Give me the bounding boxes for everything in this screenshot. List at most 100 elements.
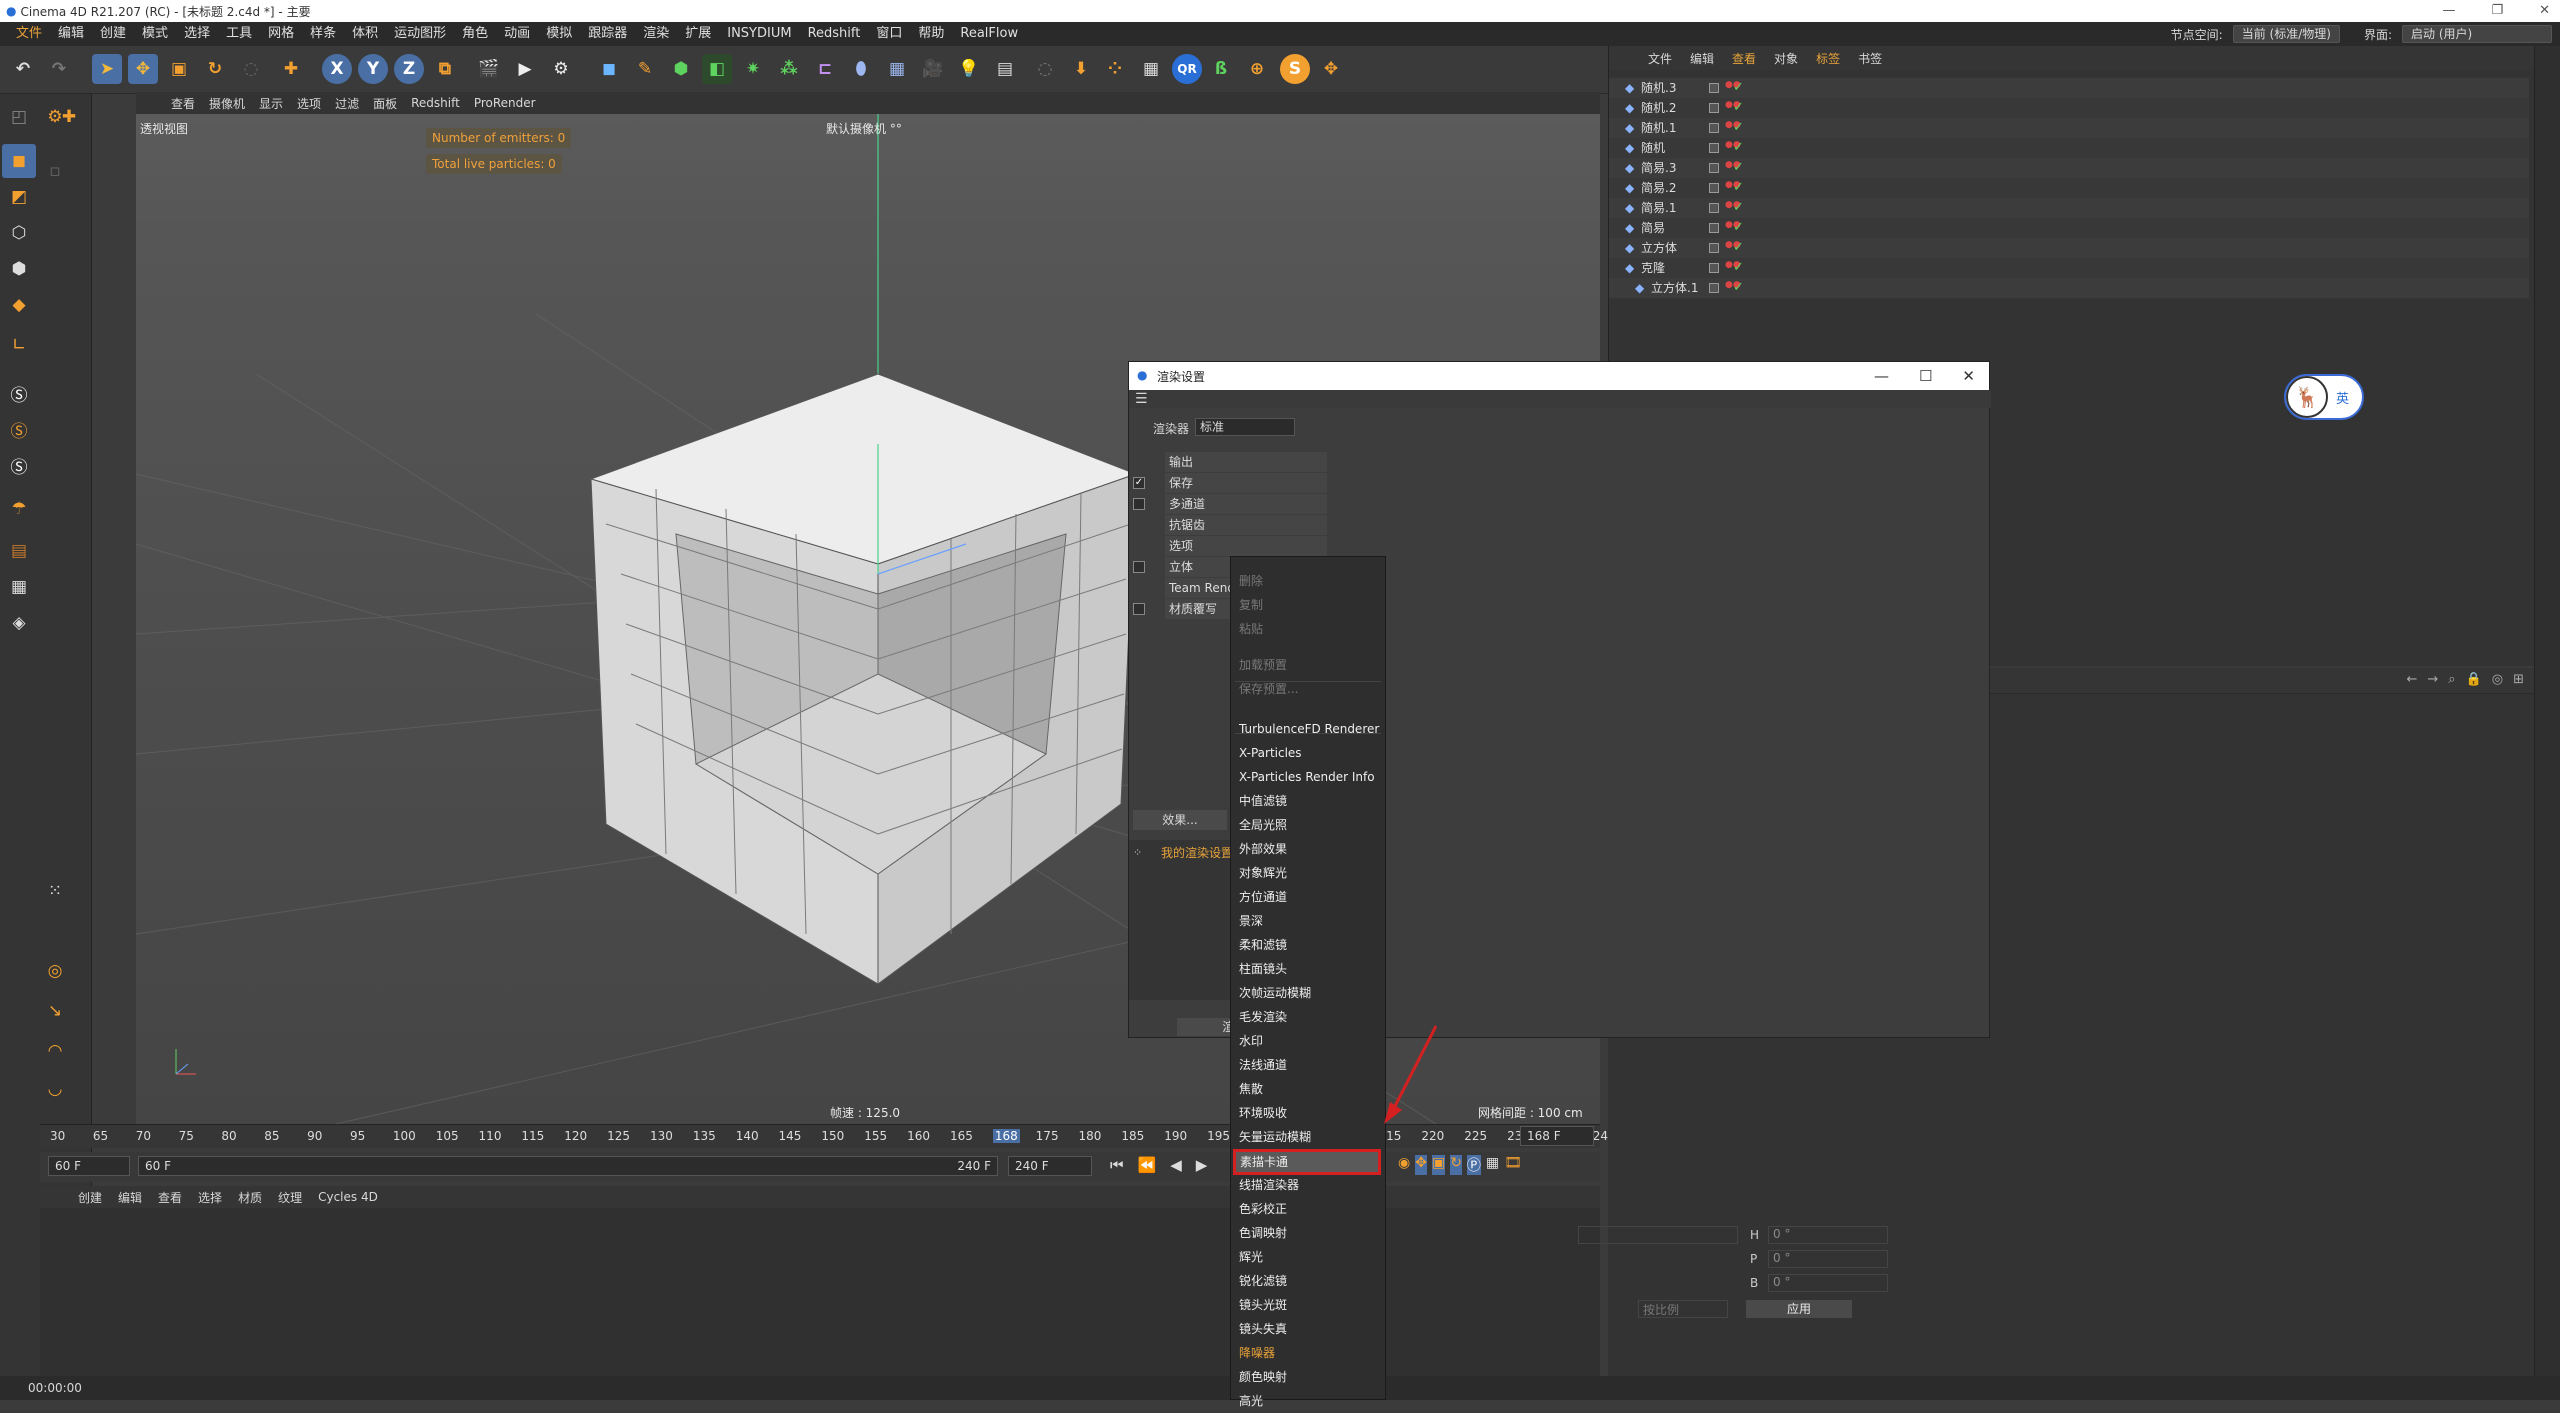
- edges-mode-icon[interactable]: ⬢: [2, 252, 36, 286]
- context-menu-item[interactable]: 柔和滤镜: [1239, 933, 1287, 957]
- vp-menu-panel[interactable]: 面板: [366, 95, 404, 112]
- snap-s-icon[interactable]: Ⓢ: [2, 376, 36, 410]
- menu-render[interactable]: 渲染: [635, 22, 677, 46]
- context-menu-item[interactable]: 锐化滤镜: [1239, 1269, 1287, 1293]
- menu-realflow[interactable]: RealFlow: [952, 22, 1026, 46]
- start-frame-field[interactable]: 60 F: [48, 1156, 130, 1176]
- context-menu-item[interactable]: 加载预置: [1239, 653, 1287, 677]
- context-menu-item[interactable]: 复制: [1239, 593, 1263, 617]
- close-icon[interactable]: ✕: [2539, 0, 2550, 22]
- render-settings-icon[interactable]: ⚙: [546, 54, 576, 84]
- ime-indicator[interactable]: 🦌 英: [2284, 374, 2364, 420]
- h-field[interactable]: 0 °: [1768, 1226, 1888, 1244]
- enabled-check-icon[interactable]: ✓: [1733, 238, 1744, 258]
- settings-item[interactable]: 多通道: [1165, 494, 1327, 514]
- menu-insydium[interactable]: INSYDIUM: [719, 22, 799, 46]
- object-row[interactable]: ◆ 随机.1 ●● ✓: [1609, 118, 2529, 138]
- object-name[interactable]: 立方体.1: [1651, 278, 1698, 298]
- keyframe-tools[interactable]: ◉ ✥ ▣ ↻ Ⓟ ▦ 🎞: [1398, 1155, 1522, 1175]
- settings-item[interactable]: 抗锯齿: [1165, 515, 1327, 535]
- menu-mesh[interactable]: 网格: [260, 22, 302, 46]
- target-icon[interactable]: ⊕: [1242, 54, 1272, 84]
- layer-toggle[interactable]: [1709, 83, 1719, 93]
- tool-slot-icon[interactable]: ▫: [38, 154, 72, 188]
- key-move-icon[interactable]: ✥: [1415, 1155, 1427, 1175]
- vp-menu-view[interactable]: 查看: [164, 95, 202, 112]
- obj-menu-view[interactable]: 查看: [1723, 50, 1765, 67]
- undo-icon[interactable]: ↶: [8, 54, 38, 84]
- brush-icon[interactable]: ◎: [38, 954, 72, 988]
- visibility-dots-icon[interactable]: ●●: [1725, 201, 1741, 214]
- visibility-dots-icon[interactable]: ●●: [1725, 221, 1741, 234]
- sculpt-icon[interactable]: ◌: [1030, 54, 1060, 84]
- object-name[interactable]: 随机: [1641, 138, 1665, 158]
- visibility-dots-icon[interactable]: ●●: [1725, 281, 1741, 294]
- layer-toggle[interactable]: [1709, 223, 1719, 233]
- subdivision-icon[interactable]: ⬢: [666, 54, 696, 84]
- object-name[interactable]: 立方体: [1641, 238, 1677, 258]
- context-menu-item[interactable]: 方位通道: [1239, 885, 1287, 909]
- settings-checkbox[interactable]: [1133, 498, 1145, 510]
- dialog-close-icon[interactable]: ✕: [1962, 362, 1975, 390]
- settings-checkbox[interactable]: ✓: [1133, 477, 1145, 489]
- mograph-icon[interactable]: ⁂: [774, 54, 804, 84]
- menu-extensions[interactable]: 扩展: [677, 22, 719, 46]
- context-menu-item[interactable]: 镜头光斑: [1239, 1293, 1287, 1317]
- cube-icon[interactable]: ◼: [594, 54, 624, 84]
- expand-icon[interactable]: ✥: [1316, 54, 1346, 84]
- context-menu-item[interactable]: 景深: [1239, 909, 1263, 933]
- layer-toggle[interactable]: [1709, 143, 1719, 153]
- object-name[interactable]: 随机.2: [1641, 98, 1676, 118]
- menu-help[interactable]: 帮助: [910, 22, 952, 46]
- texture-mode-icon[interactable]: ◩: [2, 180, 36, 214]
- vp-menu-redshift[interactable]: Redshift: [404, 96, 467, 110]
- vp-menu-options[interactable]: 选项: [290, 95, 328, 112]
- context-menu-item[interactable]: 颜色映射: [1239, 1365, 1287, 1389]
- dialog-minimize-icon[interactable]: —: [1874, 362, 1889, 390]
- context-menu-item[interactable]: TurbulenceFD Renderer: [1239, 717, 1379, 741]
- move-tool-icon[interactable]: ✥: [128, 54, 158, 84]
- enabled-check-icon[interactable]: ✓: [1733, 258, 1744, 278]
- qr-icon[interactable]: QR: [1172, 54, 1202, 84]
- scale-dropdown[interactable]: 按比例: [1638, 1300, 1728, 1318]
- picture-viewer-icon[interactable]: ▤: [990, 54, 1020, 84]
- object-name[interactable]: 简易.3: [1641, 158, 1676, 178]
- context-menu-item[interactable]: 中值滤镜: [1239, 789, 1287, 813]
- effects-button[interactable]: 效果...: [1133, 810, 1227, 830]
- axis-mode-icon[interactable]: ∟: [2, 328, 36, 362]
- playback-controls[interactable]: ⏮ ⏪ ◀ ▶: [1110, 1156, 1207, 1174]
- context-menu-item[interactable]: 色调映射: [1239, 1221, 1287, 1245]
- points-mode-icon[interactable]: ⬡: [2, 216, 36, 250]
- menu-mograph[interactable]: 运动图形: [386, 22, 454, 46]
- layer-toggle[interactable]: [1709, 203, 1719, 213]
- restore-icon[interactable]: ❐: [2491, 0, 2503, 22]
- key-scale-icon[interactable]: ▣: [1431, 1155, 1446, 1175]
- model-mode-icon[interactable]: ◼: [2, 144, 36, 178]
- obj-menu-tags[interactable]: 标签: [1807, 50, 1849, 67]
- renderer-dropdown[interactable]: 标准: [1195, 418, 1295, 436]
- visibility-dots-icon[interactable]: ●●: [1725, 241, 1741, 254]
- grid-tool-icon[interactable]: ▦: [2, 570, 36, 604]
- layer-toggle[interactable]: [1709, 283, 1719, 293]
- object-row[interactable]: ◆ 随机.3 ●● ✓: [1609, 78, 2529, 98]
- visibility-dots-icon[interactable]: ●●: [1725, 81, 1741, 94]
- context-menu-item[interactable]: 矢量运动模糊: [1239, 1125, 1311, 1149]
- key-param-icon[interactable]: Ⓟ: [1466, 1155, 1481, 1175]
- layer-toggle[interactable]: [1709, 123, 1719, 133]
- context-menu-item[interactable]: 柱面镜头: [1239, 957, 1287, 981]
- context-menu-item[interactable]: 素描卡通: [1233, 1149, 1381, 1175]
- p-field[interactable]: 0 °: [1768, 1250, 1888, 1268]
- mat-menu-select[interactable]: 选择: [190, 1189, 230, 1206]
- context-menu-item[interactable]: 辉光: [1239, 1245, 1263, 1269]
- context-menu-item[interactable]: 对象辉光: [1239, 861, 1287, 885]
- rotate-tool-icon[interactable]: ↻: [200, 54, 230, 84]
- magnet-icon[interactable]: ☂: [2, 492, 36, 526]
- layer-icon[interactable]: ▤: [2, 534, 36, 568]
- make-editable-icon[interactable]: ◰: [2, 100, 36, 134]
- context-menu-item[interactable]: 法线通道: [1239, 1053, 1287, 1077]
- enabled-check-icon[interactable]: ✓: [1733, 138, 1744, 158]
- pen-icon[interactable]: ✎: [630, 54, 660, 84]
- deformer-icon[interactable]: ⊏: [810, 54, 840, 84]
- plugin-b-icon[interactable]: ß: [1206, 54, 1236, 84]
- vp-menu-display[interactable]: 显示: [252, 95, 290, 112]
